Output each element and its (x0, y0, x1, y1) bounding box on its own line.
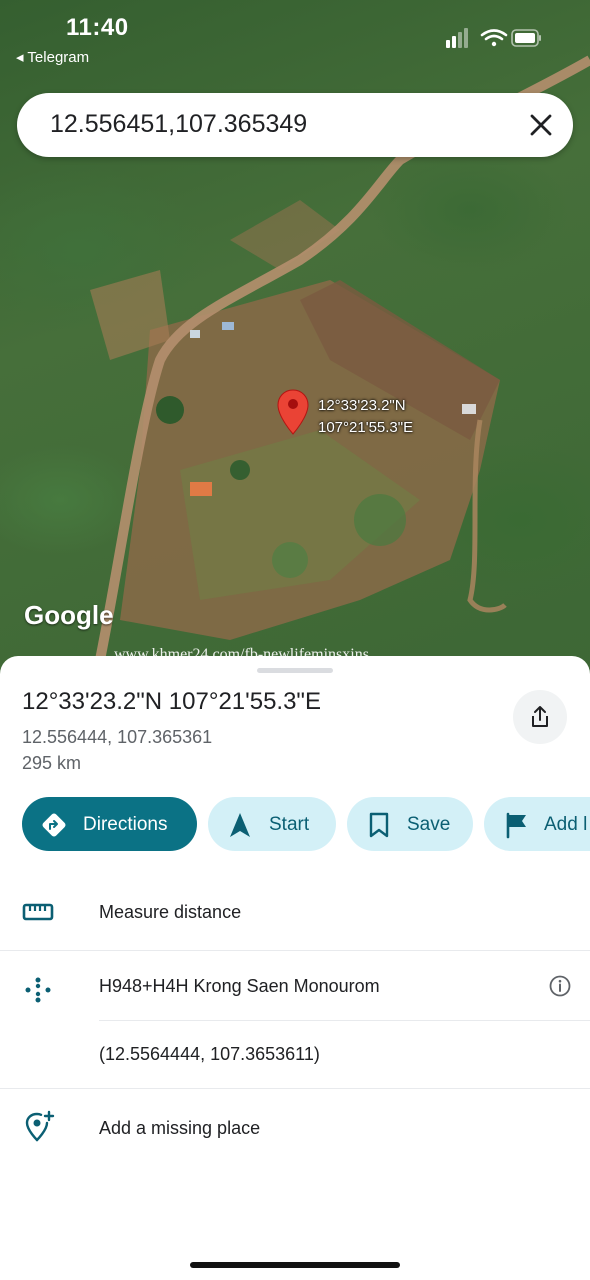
directions-button[interactable]: Directions (22, 797, 197, 851)
plus-code-label: H948+H4H Krong Saen Monourom (99, 976, 380, 996)
wifi-icon (480, 29, 508, 47)
precise-coords-label: (12.5564444, 107.3653611) (99, 1044, 320, 1064)
plus-code-row[interactable]: H948+H4H Krong Saen Monourom (0, 952, 590, 1020)
save-button[interactable]: Save (347, 797, 473, 851)
pin-label-lat: 12°33'23.2"N (318, 397, 406, 414)
share-icon (532, 706, 548, 727)
battery-icon (511, 29, 541, 47)
pin-label-lng: 107°21'55.3"E (318, 419, 414, 436)
status-icons (446, 28, 541, 48)
flag-icon (506, 812, 526, 839)
start-label: Start (269, 814, 310, 835)
navigation-arrow-icon (230, 813, 250, 837)
add-place-icon (25, 1110, 55, 1142)
place-distance: 295 km (22, 753, 82, 773)
directions-label: Directions (83, 814, 168, 835)
search-input[interactable] (50, 110, 510, 139)
close-icon[interactable] (527, 111, 555, 139)
add-missing-place-row[interactable]: Add a missing place (0, 1092, 590, 1160)
measure-distance-label: Measure distance (99, 902, 242, 922)
add-label-button[interactable]: Add l (484, 797, 590, 851)
directions-icon (42, 813, 66, 837)
plus-code-icon (25, 977, 51, 1003)
place-title: 12°33'23.2"N 107°21'55.3"E (22, 688, 321, 715)
save-label: Save (407, 814, 451, 835)
info-icon[interactable] (548, 974, 572, 998)
place-bottom-sheet[interactable]: 12°33'23.2"N 107°21'55.3"E 12.556444, 10… (0, 656, 590, 1280)
divider (99, 1020, 590, 1021)
satellite-map[interactable]: 11:40 ◂ Telegram 12°33'23.2"N (0, 0, 590, 680)
pin-label: 12°33'23.2"N 107°21'55.3"E (318, 395, 413, 439)
precise-coords-row[interactable]: (12.5564444, 107.3653611) (0, 1022, 590, 1090)
add-label-text: Add l (544, 814, 588, 835)
share-button[interactable] (513, 690, 567, 744)
divider (0, 1088, 590, 1089)
measure-distance-row[interactable]: Measure distance (0, 878, 590, 946)
home-indicator[interactable] (190, 1262, 400, 1268)
status-time: 11:40 (66, 14, 129, 41)
location-pin-icon[interactable] (276, 388, 310, 438)
ruler-icon (22, 903, 54, 921)
action-chips: Directions Start Save Add l (22, 797, 590, 851)
back-to-telegram-link[interactable]: ◂ Telegram (16, 48, 89, 66)
signal-icon (446, 28, 468, 48)
google-logo: Google (24, 600, 114, 630)
divider (0, 950, 590, 951)
start-button[interactable]: Start (208, 797, 336, 851)
place-decimal-coords: 12.556444, 107.365361 (22, 727, 213, 747)
sheet-drag-handle[interactable] (257, 668, 333, 673)
bookmark-icon (369, 812, 389, 838)
search-bar[interactable] (17, 93, 573, 157)
add-missing-place-label: Add a missing place (99, 1118, 261, 1138)
